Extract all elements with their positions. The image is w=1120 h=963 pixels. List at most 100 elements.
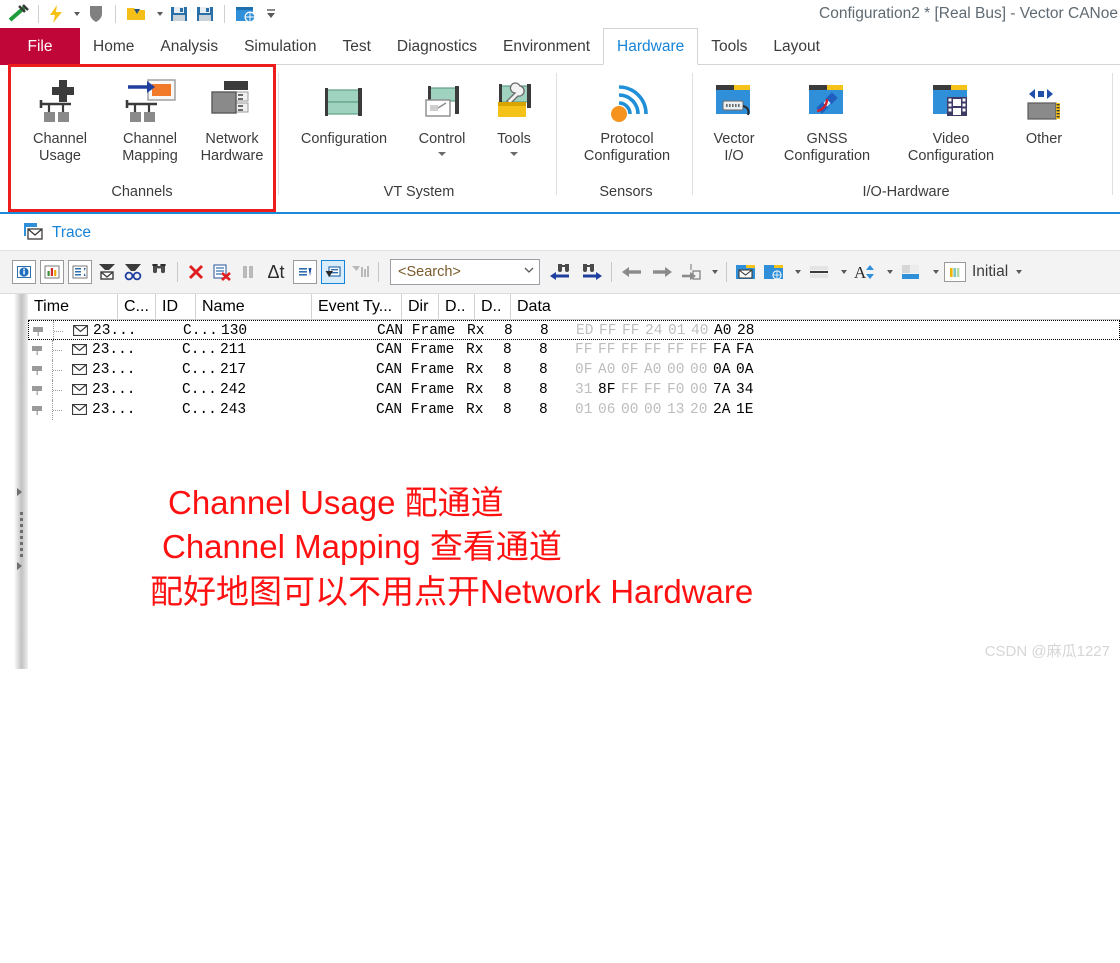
column-header-time[interactable]: Time (28, 294, 118, 319)
vertical-splitter[interactable] (14, 294, 28, 669)
globe-window-icon[interactable] (231, 0, 261, 28)
table-row[interactable]: 23... C... 211 CAN Frame Rx 8 8 FF FF FF FF FF FF FA F… (28, 340, 1120, 360)
pause-button[interactable] (237, 261, 259, 283)
channel-usage-label: Channel Usage (32, 131, 87, 164)
open-online-button[interactable] (762, 261, 786, 283)
disconnect-icon[interactable] (4, 0, 32, 28)
column-header-name[interactable]: Name (196, 294, 312, 319)
filter-messages-button[interactable] (96, 261, 118, 283)
cell-etype: CAN Frame (376, 402, 455, 418)
go-back-button[interactable] (619, 261, 645, 283)
row-height-button[interactable] (806, 261, 832, 283)
flash-dropdown-icon[interactable] (67, 0, 83, 28)
font-size-button[interactable]: A (852, 261, 878, 283)
find-button[interactable] (148, 261, 170, 283)
ribbon-tab-tools[interactable]: Tools (698, 28, 760, 65)
ribbon-tab-simulation[interactable]: Simulation (231, 28, 329, 65)
splitter-arrow-down-icon[interactable] (17, 562, 22, 570)
cell-len: 8 (539, 362, 548, 378)
vt-tools-icon (488, 73, 540, 131)
table-row[interactable]: 23... C... 130 CAN Frame Rx 8 8 ED FF FF 24 01 40 A0 2… (28, 320, 1120, 341)
tab-file[interactable]: File (0, 28, 80, 65)
vt-configuration-label: Configuration (300, 131, 388, 147)
ribbon-tab-environment[interactable]: Environment (490, 28, 603, 65)
clear-button[interactable] (185, 261, 207, 283)
flash-icon[interactable] (45, 0, 67, 28)
search-input[interactable]: <Search> (390, 259, 540, 285)
vt-control-dropdown-icon[interactable] (438, 152, 446, 156)
row-flag-icon[interactable] (28, 380, 46, 400)
row-flag-icon[interactable] (28, 340, 46, 360)
vt-tools-dropdown-icon[interactable] (510, 152, 518, 156)
ribbon-separator-3 (692, 73, 693, 195)
vt-configuration-button[interactable]: Configuration (284, 73, 404, 148)
ribbon-tab-analysis[interactable]: Analysis (147, 28, 231, 65)
vt-tools-button[interactable]: Tools (476, 73, 552, 156)
filter-view-button[interactable] (122, 261, 144, 283)
protocol-configuration-button[interactable]: Protocol Configuration (572, 73, 682, 165)
shield-icon[interactable] (83, 0, 109, 28)
open-folder-icon[interactable] (122, 0, 150, 28)
goto-button[interactable] (679, 261, 703, 283)
open-log-button[interactable] (734, 261, 758, 283)
table-row[interactable]: 23... C... 242 CAN Frame Rx 8 8 31 8F FF FF F0 00 7A 3… (28, 380, 1120, 400)
sort-button[interactable] (293, 260, 317, 284)
gnss-configuration-button[interactable]: GNSS Configuration (768, 73, 886, 165)
channel-usage-button[interactable]: Channel Usage (14, 73, 106, 165)
column-header-id[interactable]: ID (156, 294, 196, 319)
row-flag-icon[interactable] (28, 400, 46, 420)
ribbon-tab-hardware[interactable]: Hardware (603, 28, 699, 65)
quick-access-toolbar[interactable] (4, 0, 281, 28)
analysis-filter-button[interactable] (349, 261, 371, 283)
open-online-dropdown-icon[interactable] (790, 261, 802, 283)
column-header-dlc[interactable]: D.. (439, 294, 475, 319)
video-configuration-button[interactable]: Video Configuration (892, 73, 1010, 165)
row-height-dropdown-icon[interactable] (836, 261, 848, 283)
save-as-icon[interactable] (192, 0, 218, 28)
vt-control-button[interactable]: Control (402, 73, 482, 156)
other-hardware-button[interactable]: Other (1006, 73, 1082, 148)
cell-dir: Rx (466, 382, 484, 398)
goto-dropdown-icon[interactable] (707, 261, 719, 283)
ribbon-tab-home[interactable]: Home (80, 28, 147, 65)
splitter-grip-icon (20, 512, 23, 560)
column-header-len[interactable]: D.. (475, 294, 511, 319)
find-next-button[interactable] (578, 261, 604, 283)
network-hardware-button[interactable]: Network Hardware (186, 73, 278, 165)
font-size-dropdown-icon[interactable] (882, 261, 894, 283)
save-icon[interactable] (166, 0, 192, 28)
table-row[interactable]: 23... C... 217 CAN Frame Rx 8 8 0F A0 0F A0 00 00 0A 0… (28, 360, 1120, 380)
statistics-button[interactable] (40, 260, 64, 284)
data-byte: A0 (714, 323, 732, 339)
cell-len: 8 (539, 382, 548, 398)
qat-more-icon[interactable] (261, 0, 281, 28)
column-header-data[interactable]: Data (511, 294, 811, 319)
table-row[interactable]: 23... C... 243 CAN Frame Rx 8 8 01 06 00 00 13 20 2A 1… (28, 400, 1120, 420)
ribbon-tab-test[interactable]: Test (329, 28, 383, 65)
cell-len: 8 (539, 342, 548, 358)
expand-collapse-button[interactable] (68, 260, 92, 284)
layout-button[interactable] (898, 261, 924, 283)
clear-window-button[interactable] (211, 261, 233, 283)
delta-time-button[interactable]: Δt (263, 261, 289, 283)
qat-separator-3 (224, 5, 225, 23)
show-info-button[interactable] (12, 260, 36, 284)
row-flag-icon[interactable] (29, 321, 47, 341)
vector-io-button[interactable]: Vector I/O (696, 73, 772, 165)
go-forward-button[interactable] (649, 261, 675, 283)
find-previous-button[interactable] (548, 261, 574, 283)
search-dropdown-icon[interactable] (523, 263, 535, 281)
config-button[interactable] (944, 262, 966, 282)
row-flag-icon[interactable] (28, 360, 46, 380)
column-header-dir[interactable]: Dir (402, 294, 439, 319)
open-dropdown-icon[interactable] (150, 0, 166, 28)
channel-mapping-button[interactable]: Channel Mapping (104, 73, 196, 165)
layout-dropdown-icon[interactable] (928, 261, 940, 283)
ribbon-tab-layout[interactable]: Layout (760, 28, 833, 65)
ribbon-tab-diagnostics[interactable]: Diagnostics (384, 28, 490, 65)
column-header-chan[interactable]: C... (118, 294, 156, 319)
column-header-etype[interactable]: Event Ty... (312, 294, 402, 319)
splitter-arrow-up-icon[interactable] (17, 488, 22, 496)
column-filter-button[interactable] (321, 260, 345, 284)
config-dropdown-icon[interactable] (1010, 261, 1024, 283)
